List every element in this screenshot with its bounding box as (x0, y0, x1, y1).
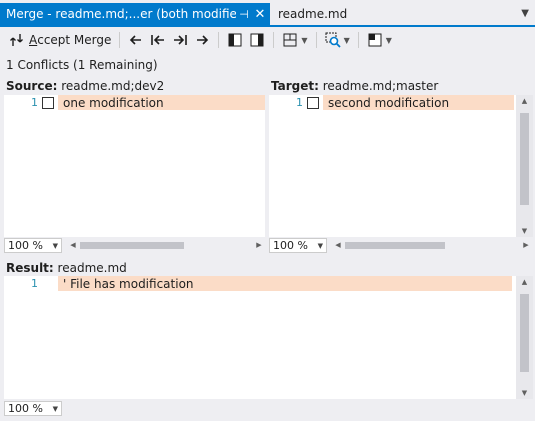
tab-merge-readme[interactable]: Merge - readme.md;...er (both modified)*… (0, 3, 270, 25)
arrow-right-icon (197, 35, 209, 45)
toolbar-separator (357, 32, 359, 48)
first-conflict-button[interactable] (147, 29, 169, 51)
find-dropdown-button[interactable]: ▼ (322, 29, 353, 51)
accept-merge-label: ccept Merge (37, 33, 112, 47)
target-horizontal-scrollbar[interactable]: ◀ ▶ (331, 238, 533, 253)
window-options-icon (368, 33, 382, 47)
arrow-first-icon (151, 35, 165, 45)
source-bottom-bar: 100 % ▼ ◀ ▶ (4, 237, 266, 254)
result-bottom-bar: 100 % ▼ (4, 400, 533, 417)
result-zoom-value: 100 % (8, 402, 43, 415)
last-conflict-button[interactable] (169, 29, 191, 51)
source-file: readme.md;dev2 (61, 79, 165, 93)
source-zoom-select[interactable]: 100 % ▼ (4, 238, 62, 253)
layout-icon (283, 33, 297, 47)
conflicts-summary: 1 Conflicts (1 Remaining) (6, 58, 158, 72)
target-file: readme.md;master (322, 79, 439, 93)
scrollbar-thumb[interactable] (520, 294, 529, 372)
source-header: Source: readme.md;dev2 (6, 79, 164, 95)
target-line-checkbox[interactable] (307, 96, 319, 109)
result-file: readme.md (57, 261, 127, 275)
chevron-down-icon: ▼ (343, 35, 350, 45)
line-number: 1 (296, 96, 303, 109)
tab-merge-title: Merge - readme.md;...er (both modified)* (6, 7, 236, 21)
target-bottom-bar: 100 % ▼ ◀ ▶ (269, 237, 533, 254)
target-label: Target: (271, 79, 319, 93)
line-number: 1 (31, 96, 38, 109)
source-label: Source: (6, 79, 58, 93)
target-line-text: second modification (323, 95, 514, 110)
target-zoom-value: 100 % (273, 239, 308, 252)
accept-merge-button[interactable]: Accept Merge (6, 29, 114, 51)
scroll-up-icon[interactable]: ▲ (516, 278, 533, 286)
source-editor[interactable]: 1 one modification (4, 95, 266, 237)
pin-icon[interactable]: ⊣ (236, 8, 252, 21)
source-line: 1 one modification (4, 95, 266, 110)
scroll-right-icon[interactable]: ▶ (519, 238, 533, 253)
chevron-down-icon: ▼ (52, 241, 58, 250)
toolbar-separator (218, 32, 220, 48)
toolbar-separator (119, 32, 121, 48)
merge-toolbar: Accept Merge ▼ ▼ ▼ (0, 27, 535, 53)
options-dropdown-button[interactable]: ▼ (364, 29, 395, 51)
result-header: Result: readme.md (6, 261, 127, 277)
previous-conflict-button[interactable] (125, 29, 147, 51)
result-line-text: ' File has modification (58, 276, 512, 291)
result-label: Result: (6, 261, 54, 275)
tab-readme[interactable]: readme.md (270, 3, 355, 25)
target-header: Target: readme.md;master (271, 79, 438, 95)
arrow-left-icon (130, 35, 142, 45)
toolbar-separator (273, 32, 275, 48)
tab-overflow-dropdown-icon[interactable]: ▼ (521, 8, 529, 19)
chevron-down-icon: ▼ (52, 404, 58, 413)
result-zoom-select[interactable]: 100 % ▼ (4, 401, 62, 416)
source-zoom-value: 100 % (8, 239, 43, 252)
take-source-button[interactable] (224, 29, 246, 51)
layout-dropdown-button[interactable]: ▼ (279, 29, 310, 51)
scrollbar-thumb[interactable] (345, 242, 445, 249)
close-tab-icon[interactable]: ✕ (252, 7, 268, 22)
scroll-left-icon[interactable]: ◀ (66, 238, 80, 253)
chevron-down-icon: ▼ (317, 241, 323, 250)
chevron-down-icon: ▼ (301, 35, 308, 45)
result-vertical-scrollbar[interactable]: ▲ ▼ (516, 276, 533, 399)
source-line-checkbox[interactable] (42, 96, 54, 109)
scrollbar-thumb[interactable] (80, 242, 184, 249)
target-vertical-scrollbar[interactable]: ▲ ▼ (516, 95, 533, 237)
target-line: 1 second modification (269, 95, 514, 110)
line-number: 1 (31, 277, 38, 290)
arrow-last-icon (174, 35, 188, 45)
take-target-icon (250, 33, 264, 47)
chevron-down-icon: ▼ (385, 35, 392, 45)
scroll-right-icon[interactable]: ▶ (252, 238, 266, 253)
search-icon (325, 32, 341, 48)
scrollbar-thumb[interactable] (520, 113, 529, 205)
source-line-text: one modification (58, 95, 266, 110)
scroll-down-icon[interactable]: ▼ (516, 389, 533, 397)
document-tab-strip: Merge - readme.md;...er (both modified)*… (0, 0, 535, 26)
accept-merge-mnemonic: A (29, 33, 38, 47)
toolbar-separator (315, 32, 317, 48)
source-horizontal-scrollbar[interactable]: ◀ ▶ (66, 238, 266, 253)
accept-merge-icon (10, 34, 23, 46)
scroll-down-icon[interactable]: ▼ (516, 227, 533, 235)
tab-readme-title: readme.md (278, 7, 348, 21)
target-zoom-select[interactable]: 100 % ▼ (269, 238, 327, 253)
result-editor[interactable]: 1 ' File has modification (4, 276, 516, 399)
take-source-icon (228, 33, 242, 47)
scroll-up-icon[interactable]: ▲ (516, 97, 533, 105)
target-editor[interactable]: 1 second modification (269, 95, 516, 237)
next-conflict-button[interactable] (191, 29, 213, 51)
result-line: 1 ' File has modification (4, 276, 512, 291)
scroll-left-icon[interactable]: ◀ (331, 238, 345, 253)
take-target-button[interactable] (246, 29, 268, 51)
